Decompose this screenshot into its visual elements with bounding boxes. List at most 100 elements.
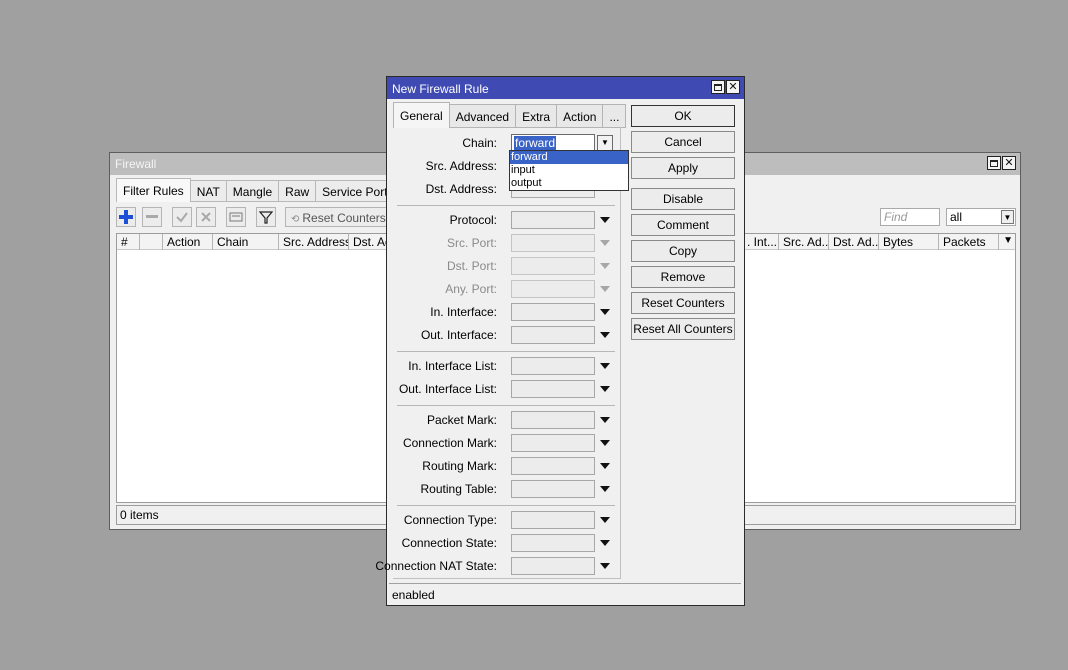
chain-dropdown-list: forward input output [509,150,629,191]
filter-icon[interactable] [256,207,276,227]
find-input[interactable]: Find [880,208,940,226]
column-menu-icon[interactable]: ▼ [1003,235,1013,246]
tab-raw[interactable]: Raw [279,180,317,202]
col-flags[interactable] [140,234,163,250]
apply-button[interactable]: Apply [631,157,735,179]
src-port-label: Src. Port: [446,236,497,250]
firewall-title: Firewall [115,157,157,171]
chain-label: Chain: [462,136,497,150]
any-port-label: Any. Port: [445,282,497,296]
remove-icon[interactable] [142,207,162,227]
divider [397,505,615,506]
connection-state-label: Connection State: [401,536,497,550]
maximize-icon[interactable] [711,80,725,94]
routing-mark-label: Routing Mark: [422,459,497,473]
dialog-title: New Firewall Rule [392,82,489,96]
cancel-button[interactable]: Cancel [631,131,735,153]
chain-value: forward [514,136,557,150]
chevron-down-icon[interactable] [600,363,610,369]
divider [397,351,615,352]
reset-icon: ⟲ [291,214,300,225]
tab-extra[interactable]: Extra [516,104,558,128]
chevron-down-icon[interactable] [600,540,610,546]
tab-filter-rules[interactable]: Filter Rules [116,178,191,202]
chevron-down-icon[interactable]: ▼ [597,135,613,151]
reset-counters-button[interactable]: ⟲ Reset Counters [285,207,395,227]
chevron-down-icon[interactable] [600,463,610,469]
connection-type-label: Connection Type: [403,513,497,527]
col-in-interface[interactable]: . Int... [745,234,779,250]
tab-advanced[interactable]: Advanced [449,104,517,128]
filter-select[interactable]: all ▼ [946,208,1016,226]
protocol-field[interactable] [511,211,595,229]
col-src-ad[interactable]: Src. Ad... [779,234,829,250]
chain-option-input[interactable]: input [510,164,628,177]
chevron-down-icon[interactable] [600,563,610,569]
chevron-down-icon[interactable] [600,417,610,423]
divider [397,205,615,206]
reset-counters-button[interactable]: Reset Counters [631,292,735,314]
reset-counters-label: Reset Counters [302,211,386,225]
out-interface-list-label: Out. Interface List: [398,382,497,396]
connection-mark-field[interactable] [511,434,595,452]
divider [397,405,615,406]
chevron-down-icon[interactable] [600,440,610,446]
enable-check-icon[interactable] [172,207,192,227]
chevron-down-icon[interactable] [600,517,610,523]
out-interface-field[interactable] [511,326,595,344]
col-dst-ad[interactable]: Dst. Ad... [829,234,879,250]
general-panel: Chain: forward ▼ Src. Address: Dst. Addr… [375,127,621,579]
ok-button[interactable]: OK [631,105,735,127]
comment-button[interactable]: Comment [631,214,735,236]
dst-port-label: Dst. Port: [446,259,497,273]
src-port-field[interactable] [511,234,595,252]
copy-button[interactable]: Copy [631,240,735,262]
chevron-down-icon[interactable]: ▼ [1001,210,1014,224]
reset-all-counters-button[interactable]: Reset All Counters [631,318,735,340]
tab-general[interactable]: General [393,102,450,128]
chevron-down-icon[interactable] [600,286,610,292]
tab-nat[interactable]: NAT [190,180,227,202]
chain-option-forward[interactable]: forward [510,151,628,164]
close-icon[interactable]: ✕ [1002,156,1016,170]
chevron-down-icon[interactable] [600,309,610,315]
disable-button[interactable]: Disable [631,188,735,210]
routing-table-field[interactable] [511,480,595,498]
col-chain[interactable]: Chain [213,234,279,250]
remove-button[interactable]: Remove [631,266,735,288]
in-interface-list-field[interactable] [511,357,595,375]
in-interface-field[interactable] [511,303,595,321]
tab-more[interactable]: ... [603,104,627,128]
chain-option-output[interactable]: output [510,177,628,190]
packet-mark-field[interactable] [511,411,595,429]
chevron-down-icon[interactable] [600,486,610,492]
maximize-icon[interactable] [987,156,1001,170]
comment-icon[interactable] [226,207,246,227]
connection-state-field[interactable] [511,534,595,552]
col-number[interactable]: # [117,234,140,250]
any-port-field[interactable] [511,280,595,298]
connection-type-field[interactable] [511,511,595,529]
col-dst-address[interactable]: Dst. Address [349,234,389,250]
chevron-down-icon[interactable] [600,240,610,246]
disable-x-icon[interactable] [196,207,216,227]
routing-mark-field[interactable] [511,457,595,475]
chevron-down-icon[interactable] [600,263,610,269]
in-interface-label: In. Interface: [430,305,497,319]
out-interface-label: Out. Interface: [420,328,497,342]
chevron-down-icon[interactable] [600,332,610,338]
add-icon[interactable] [116,207,136,227]
tab-action[interactable]: Action [557,104,604,128]
close-icon[interactable]: ✕ [726,80,740,94]
col-src-address[interactable]: Src. Address [279,234,349,250]
dst-port-field[interactable] [511,257,595,275]
col-bytes[interactable]: Bytes [879,234,939,250]
out-interface-list-field[interactable] [511,380,595,398]
col-packets[interactable]: Packets [939,234,999,250]
tab-mangle[interactable]: Mangle [226,180,280,202]
chevron-down-icon[interactable] [600,217,610,223]
connection-nat-state-field[interactable] [511,557,595,575]
chevron-down-icon[interactable] [600,386,610,392]
col-action[interactable]: Action [163,234,213,250]
dialog-titlebar[interactable]: New Firewall Rule ✕ [387,77,744,99]
